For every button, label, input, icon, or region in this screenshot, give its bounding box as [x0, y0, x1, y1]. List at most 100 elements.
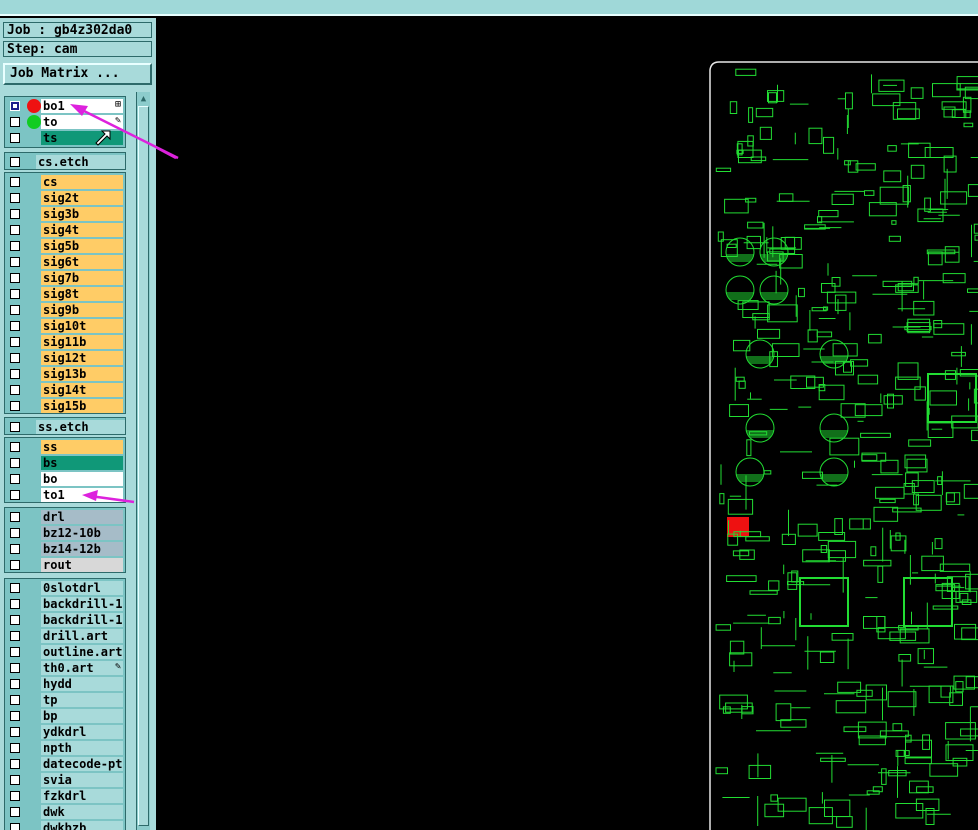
- layer-row[interactable]: th0.art ✎: [5, 660, 125, 676]
- layer-row[interactable]: dwkbzb: [5, 820, 125, 830]
- layer-row[interactable]: sig5b: [5, 238, 125, 254]
- scrollbar-thumb[interactable]: [138, 106, 149, 826]
- layer-checkbox[interactable]: [10, 442, 20, 452]
- layer-row[interactable]: to1: [5, 487, 125, 503]
- layer-row[interactable]: sig7b: [5, 270, 125, 286]
- layer-checkbox[interactable]: [10, 544, 20, 554]
- layer-row[interactable]: sig3b: [5, 206, 125, 222]
- layer-checkbox[interactable]: [10, 490, 20, 500]
- layer-row[interactable]: sig8t: [5, 286, 125, 302]
- layer-checkbox[interactable]: [10, 663, 20, 673]
- layer-checkbox[interactable]: [10, 385, 20, 395]
- layer-row[interactable]: npth: [5, 740, 125, 756]
- layer-row[interactable]: sig9b: [5, 302, 125, 318]
- layer-checkbox[interactable]: [10, 101, 20, 111]
- layer-row[interactable]: cs: [5, 174, 125, 190]
- layer-checkbox[interactable]: [10, 401, 20, 411]
- layer-row[interactable]: backdrill-10: [5, 612, 125, 628]
- annotation-arrows: [156, 145, 177, 160]
- layer-row[interactable]: dwk: [5, 804, 125, 820]
- layer-row-ts[interactable]: ts: [5, 130, 125, 146]
- layer-row-cs-etch[interactable]: cs.etch: [5, 154, 125, 170]
- layer-checkbox[interactable]: [10, 133, 20, 143]
- layer-row[interactable]: bz14-12b: [5, 541, 125, 557]
- layer-group-signals: cs sig2t sig3b sig4t sig5b sig6t sig7b sig8t sig…: [4, 172, 126, 414]
- layer-row[interactable]: ydkdrl: [5, 724, 125, 740]
- layer-checkbox[interactable]: [10, 743, 20, 753]
- layer-checkbox[interactable]: [10, 458, 20, 468]
- layer-row[interactable]: sig11b: [5, 334, 125, 350]
- layer-checkbox[interactable]: [10, 225, 20, 235]
- layer-list-scrollbar[interactable]: ▲: [136, 92, 150, 830]
- scroll-up-arrow-icon[interactable]: ▲: [138, 93, 149, 105]
- layer-checkbox[interactable]: [10, 305, 20, 315]
- layer-row[interactable]: bp: [5, 708, 125, 724]
- layer-row[interactable]: ss: [5, 439, 125, 455]
- layer-row[interactable]: tp: [5, 692, 125, 708]
- layer-row[interactable]: drill.art: [5, 628, 125, 644]
- layer-checkbox[interactable]: [10, 193, 20, 203]
- layer-row[interactable]: sig2t: [5, 190, 125, 206]
- layer-checkbox[interactable]: [10, 759, 20, 769]
- layer-checkbox[interactable]: [10, 647, 20, 657]
- layer-checkbox[interactable]: [10, 583, 20, 593]
- layer-checkbox[interactable]: [10, 528, 20, 538]
- layer-row[interactable]: rout: [5, 557, 125, 573]
- layer-row[interactable]: bs: [5, 455, 125, 471]
- layer-checkbox[interactable]: [10, 422, 20, 432]
- layer-name: th0.art: [41, 661, 123, 675]
- job-matrix-button[interactable]: Job Matrix ...: [3, 63, 152, 85]
- layer-row-bo1[interactable]: bo1 ⊞: [5, 98, 125, 114]
- layer-checkbox[interactable]: [10, 241, 20, 251]
- layer-checkbox[interactable]: [10, 679, 20, 689]
- layer-row[interactable]: sig4t: [5, 222, 125, 238]
- layer-checkbox[interactable]: [10, 512, 20, 522]
- layer-list: bo1 ⊞ to ✎ ts cs.etch cs sig2t sig3b sig…: [4, 94, 126, 830]
- layer-checkbox[interactable]: [10, 711, 20, 721]
- layer-checkbox[interactable]: [10, 337, 20, 347]
- layer-row[interactable]: sig14t: [5, 382, 125, 398]
- layer-checkbox[interactable]: [10, 695, 20, 705]
- layer-row[interactable]: bo: [5, 471, 125, 487]
- layer-checkbox[interactable]: [10, 615, 20, 625]
- layer-row[interactable]: sig12t: [5, 350, 125, 366]
- layer-checkbox[interactable]: [10, 560, 20, 570]
- displayed-layer-indicator: [27, 115, 41, 129]
- layer-row[interactable]: sig6t: [5, 254, 125, 270]
- layer-row[interactable]: hydd: [5, 676, 125, 692]
- layer-checkbox[interactable]: [10, 474, 20, 484]
- layer-row[interactable]: 0slotdrl: [5, 580, 125, 596]
- layer-checkbox[interactable]: [10, 273, 20, 283]
- layer-checkbox[interactable]: [10, 353, 20, 363]
- layer-row[interactable]: sig15b: [5, 398, 125, 414]
- graphic-editor-canvas[interactable]: [156, 18, 978, 830]
- layer-checkbox[interactable]: [10, 823, 20, 830]
- layer-row-to[interactable]: to ✎: [5, 114, 125, 130]
- layer-row[interactable]: fzkdrl: [5, 788, 125, 804]
- layer-row[interactable]: outline.art: [5, 644, 125, 660]
- layer-name: to1: [41, 488, 123, 502]
- layer-checkbox[interactable]: [10, 599, 20, 609]
- layer-checkbox[interactable]: [10, 177, 20, 187]
- layer-checkbox[interactable]: [10, 775, 20, 785]
- layer-row[interactable]: sig10t: [5, 318, 125, 334]
- layer-checkbox[interactable]: [10, 321, 20, 331]
- layer-row[interactable]: datecode-pte: [5, 756, 125, 772]
- layer-row[interactable]: backdrill-10: [5, 596, 125, 612]
- layer-row[interactable]: drl: [5, 509, 125, 525]
- layer-row[interactable]: svia: [5, 772, 125, 788]
- layer-row-ss-etch[interactable]: ss.etch: [5, 419, 125, 435]
- layer-checkbox[interactable]: [10, 209, 20, 219]
- layer-checkbox[interactable]: [10, 807, 20, 817]
- layer-checkbox[interactable]: [10, 791, 20, 801]
- layer-checkbox[interactable]: [10, 631, 20, 641]
- layer-row[interactable]: bz12-10b: [5, 525, 125, 541]
- layer-checkbox[interactable]: [10, 369, 20, 379]
- layer-row[interactable]: sig13b: [5, 366, 125, 382]
- layer-checkbox[interactable]: [10, 289, 20, 299]
- layer-checkbox[interactable]: [10, 727, 20, 737]
- layer-checkbox[interactable]: [10, 257, 20, 267]
- layer-name: sig4t: [41, 223, 123, 237]
- layer-checkbox[interactable]: [10, 117, 20, 127]
- layer-checkbox[interactable]: [10, 157, 20, 167]
